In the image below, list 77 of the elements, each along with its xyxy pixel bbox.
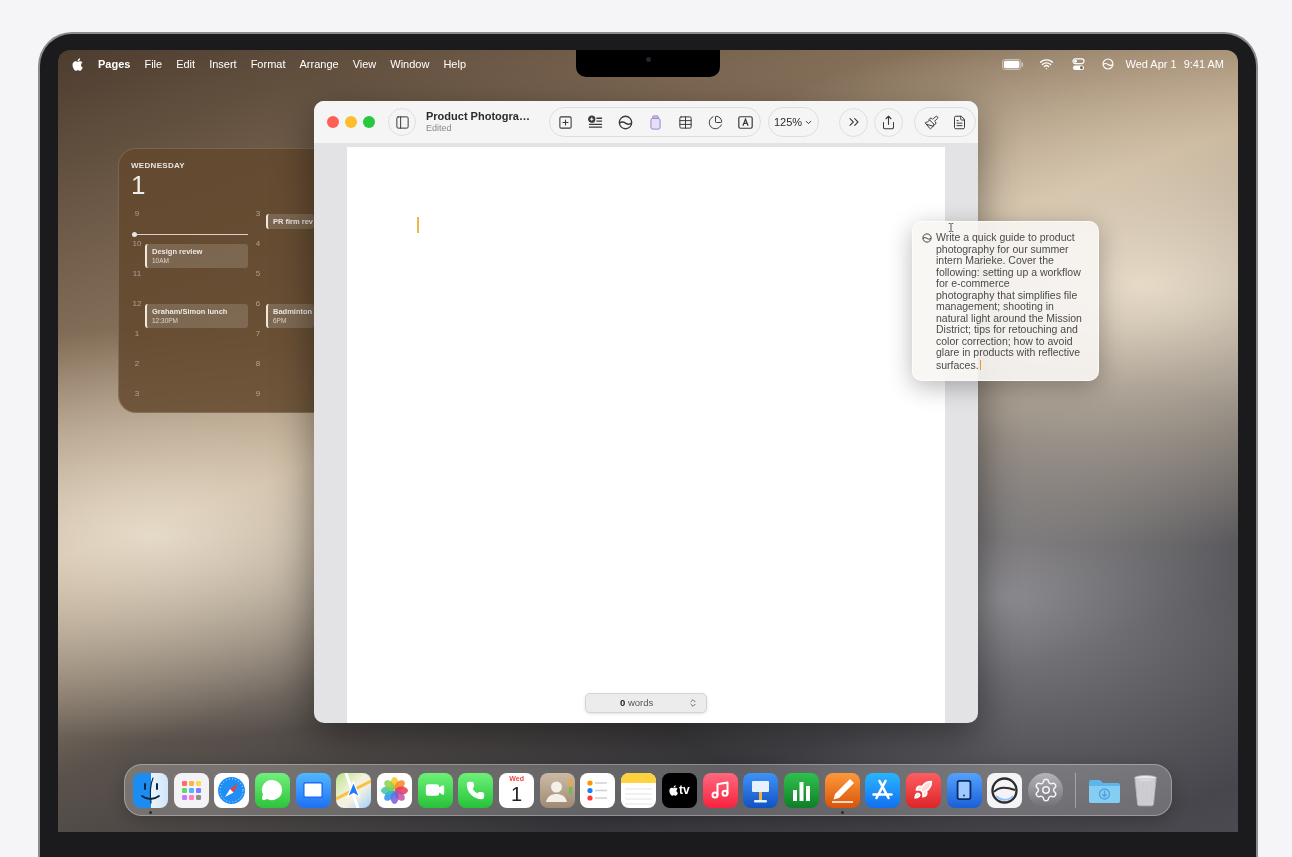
hour-label: 4 [254,239,262,249]
circle-wave-icon[interactable] [1102,58,1115,70]
hour-label: 11 [131,269,143,279]
rocket-icon[interactable] [905,772,941,808]
compass-icon[interactable] [214,772,250,808]
pie-chart-icon [707,114,723,130]
hour-label: 10 [131,239,143,249]
hour-label: 2 [133,359,141,369]
flower-icon[interactable] [377,772,413,808]
prompt-field[interactable]: Write a quick guide to product photography for our summer intern Marieke. Cover the following: setting up a workflow for e-commerce photography that simplifies file management; shooting in natural light around the Mission District; tips for retouching and color correction; how to avoid glare in products with reflective surfaces. [912,221,1099,381]
hour-label: 3 [254,209,262,219]
map-icon[interactable] [336,772,372,808]
tv-label: tv [679,784,690,796]
camera-icon [645,57,651,62]
video-camera-icon[interactable] [417,772,453,808]
menu-item[interactable]: Insert [209,55,237,73]
notepad-icon[interactable] [621,772,657,808]
hour-label: 1 [133,329,141,339]
hour-label: 7 [254,329,262,339]
sidebar-icon [394,114,410,130]
hour-label: 3 [133,389,141,399]
hour-label: 9 [133,209,141,219]
hour-label: 5 [254,269,262,279]
settings-icon[interactable] [1028,772,1064,808]
document-title: Product Photogra… [426,110,530,123]
list-plus-icon [587,115,603,129]
share-icon [881,114,896,130]
menu-item[interactable]: Edit [176,55,196,73]
lectern-icon[interactable] [743,772,779,808]
apple-logo-icon[interactable] [72,57,83,71]
menu-item[interactable]: Format [250,55,286,73]
checklist-icon[interactable] [580,772,616,808]
widget-weekday: WEDNESDAY [131,161,185,171]
circle-wave-icon [617,114,633,130]
envelope-icon[interactable] [295,772,331,808]
text-box-icon [737,115,753,129]
text-caret [979,359,982,370]
menu-item[interactable]: View [352,55,377,73]
face-icon[interactable] [132,772,168,808]
battery-icon[interactable] [1002,58,1025,70]
rounded-shape-icon [649,114,661,130]
menu-item[interactable]: Arrange [299,55,339,73]
circle-wave-icon [922,233,932,243]
bar-chart-icon[interactable] [783,772,819,808]
table-icon [677,114,693,130]
word-count-button[interactable]: 0 words [585,693,707,713]
wifi-icon[interactable] [1039,57,1055,71]
apple-logo-icon [669,784,678,796]
crossed-sticks-icon[interactable] [865,772,901,808]
hour-label: 9 [254,389,262,399]
text-cursor-icon [948,223,954,232]
music-note-icon[interactable] [702,772,738,808]
ring-icon[interactable] [987,772,1023,808]
text-caret [417,217,419,233]
menu-item[interactable]: File [144,55,163,73]
phone-icon[interactable] [458,772,494,808]
paintbrush-icon [923,114,939,130]
app-menu[interactable]: Pages [98,55,131,73]
menu-item[interactable]: Help [443,55,467,73]
menu-item[interactable]: Window [390,55,430,73]
plus-square-icon [557,114,573,130]
up-down-chevron-icon [688,698,698,708]
person-card-icon[interactable] [539,772,575,808]
tv-icon[interactable]: tv [661,772,697,808]
pen-icon[interactable] [824,772,860,808]
hour-label: 8 [254,359,262,369]
speech-bubble-icon[interactable] [254,772,290,808]
smartphone-icon[interactable] [946,772,982,808]
close-button[interactable] [327,116,339,128]
control-toggles-icon[interactable] [1072,57,1086,71]
hour-label: 6 [254,299,262,309]
document-icon [951,114,967,130]
hour-label: 12 [131,299,143,309]
calendar-icon-day: 1 [511,782,523,805]
app-grid-icon[interactable] [173,772,209,808]
widget-day: 1 [131,172,146,199]
document-status: Edited [426,123,452,134]
